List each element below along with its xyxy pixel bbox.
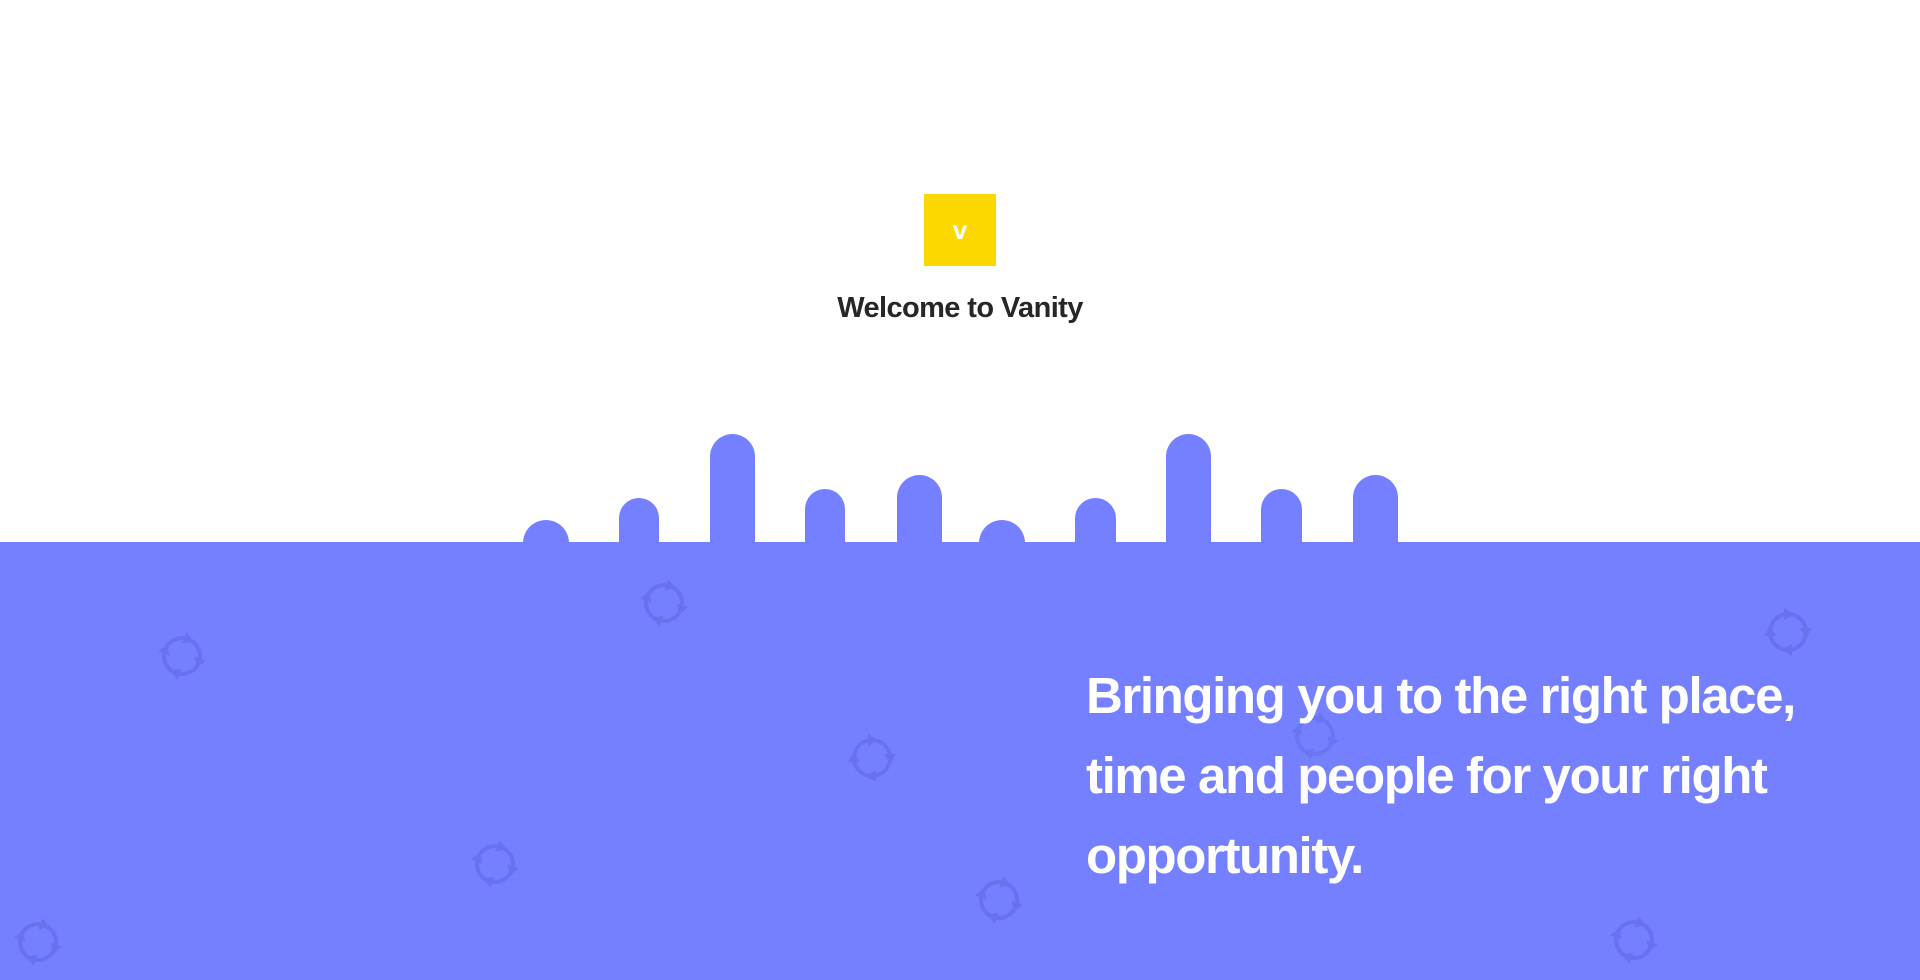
welcome-title: Welcome to Vanity [837, 292, 1083, 324]
hero-tagline: Bringing you to the right place, time an… [1086, 667, 1796, 884]
welcome-page: v Welcome to Vanity Bringing you to the … [0, 0, 1920, 980]
header-section: v Welcome to Vanity [0, 0, 1920, 542]
circular-arrows-icon [1764, 608, 1812, 656]
circular-arrows-icon [848, 734, 896, 782]
logo-letter: v [952, 215, 968, 245]
vanity-logo: v [924, 194, 996, 266]
